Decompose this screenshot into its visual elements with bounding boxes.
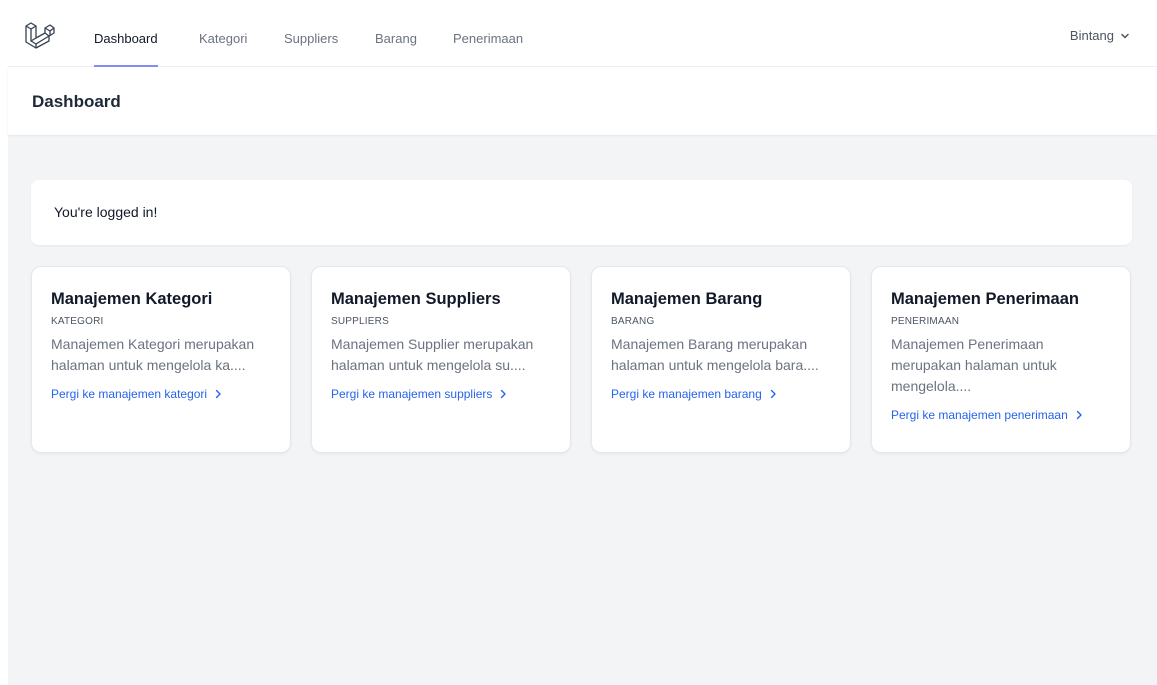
- card-link-label: Pergi ke manajemen barang: [611, 387, 762, 401]
- card-title: Manajemen Penerimaan: [891, 290, 1079, 308]
- welcome-message: You're logged in!: [54, 204, 158, 220]
- card-barang: Manajemen Barang BARANG Manajemen Barang…: [591, 266, 851, 453]
- page-title: Dashboard: [32, 92, 121, 111]
- card-description: Manajemen Barang merupakan halaman untuk…: [611, 336, 819, 373]
- card-description: Manajemen Supplier merupakan halaman unt…: [331, 336, 534, 373]
- main-area: Dashboard Kategori Suppliers Barang Pene…: [8, 0, 1157, 685]
- card-description: Manajemen Kategori merupakan halaman unt…: [51, 336, 255, 373]
- card-subtitle: SUPPLIERS: [331, 316, 389, 327]
- card-penerimaan: Manajemen Penerimaan PENERIMAAN Manajeme…: [871, 266, 1131, 453]
- card-kategori: Manajemen Kategori KATEGORI Manajemen Ka…: [31, 266, 291, 453]
- chevron-right-icon: [215, 389, 221, 399]
- nav-item-kategori[interactable]: Kategori: [199, 0, 247, 67]
- nav-item-barang[interactable]: Barang: [375, 0, 417, 67]
- laravel-logo-icon[interactable]: [25, 22, 55, 50]
- page: Dashboard Kategori Suppliers Barang Pene…: [0, 0, 1157, 685]
- welcome-card: You're logged in!: [31, 180, 1132, 245]
- link-barang[interactable]: Pergi ke manajemen barang: [611, 387, 831, 401]
- card-title: Manajemen Suppliers: [331, 290, 501, 308]
- card-subtitle: BARANG: [611, 316, 655, 327]
- nav-item-suppliers[interactable]: Suppliers: [284, 0, 338, 67]
- card-title: Manajemen Barang: [611, 290, 763, 308]
- card-link-label: Pergi ke manajemen suppliers: [331, 387, 493, 401]
- chevron-down-icon: [1121, 33, 1129, 38]
- chevron-right-icon: [1076, 410, 1082, 420]
- nav-item-dashboard[interactable]: Dashboard: [94, 0, 158, 67]
- link-penerimaan[interactable]: Pergi ke manajemen penerimaan: [891, 408, 1111, 422]
- top-navbar: Dashboard Kategori Suppliers Barang Pene…: [8, 0, 1157, 67]
- card-title: Manajemen Kategori: [51, 290, 213, 308]
- link-suppliers[interactable]: Pergi ke manajemen suppliers: [331, 387, 551, 401]
- card-subtitle: PENERIMAAN: [891, 316, 960, 327]
- user-menu-dropdown[interactable]: Bintang: [1070, 28, 1130, 43]
- chevron-right-icon: [770, 389, 776, 399]
- card-suppliers: Manajemen Suppliers SUPPLIERS Manajemen …: [311, 266, 571, 453]
- card-description: Manajemen Penerimaan merupakan halaman u…: [891, 336, 1057, 394]
- card-link-label: Pergi ke manajemen penerimaan: [891, 408, 1068, 422]
- nav-item-penerimaan[interactable]: Penerimaan: [453, 0, 523, 67]
- left-edge: [0, 0, 8, 685]
- link-kategori[interactable]: Pergi ke manajemen kategori: [51, 387, 271, 401]
- chevron-right-icon: [501, 389, 507, 399]
- page-header: Dashboard: [8, 67, 1157, 135]
- card-link-label: Pergi ke manajemen kategori: [51, 387, 208, 401]
- card-subtitle: KATEGORI: [51, 316, 104, 327]
- user-name: Bintang: [1069, 28, 1114, 43]
